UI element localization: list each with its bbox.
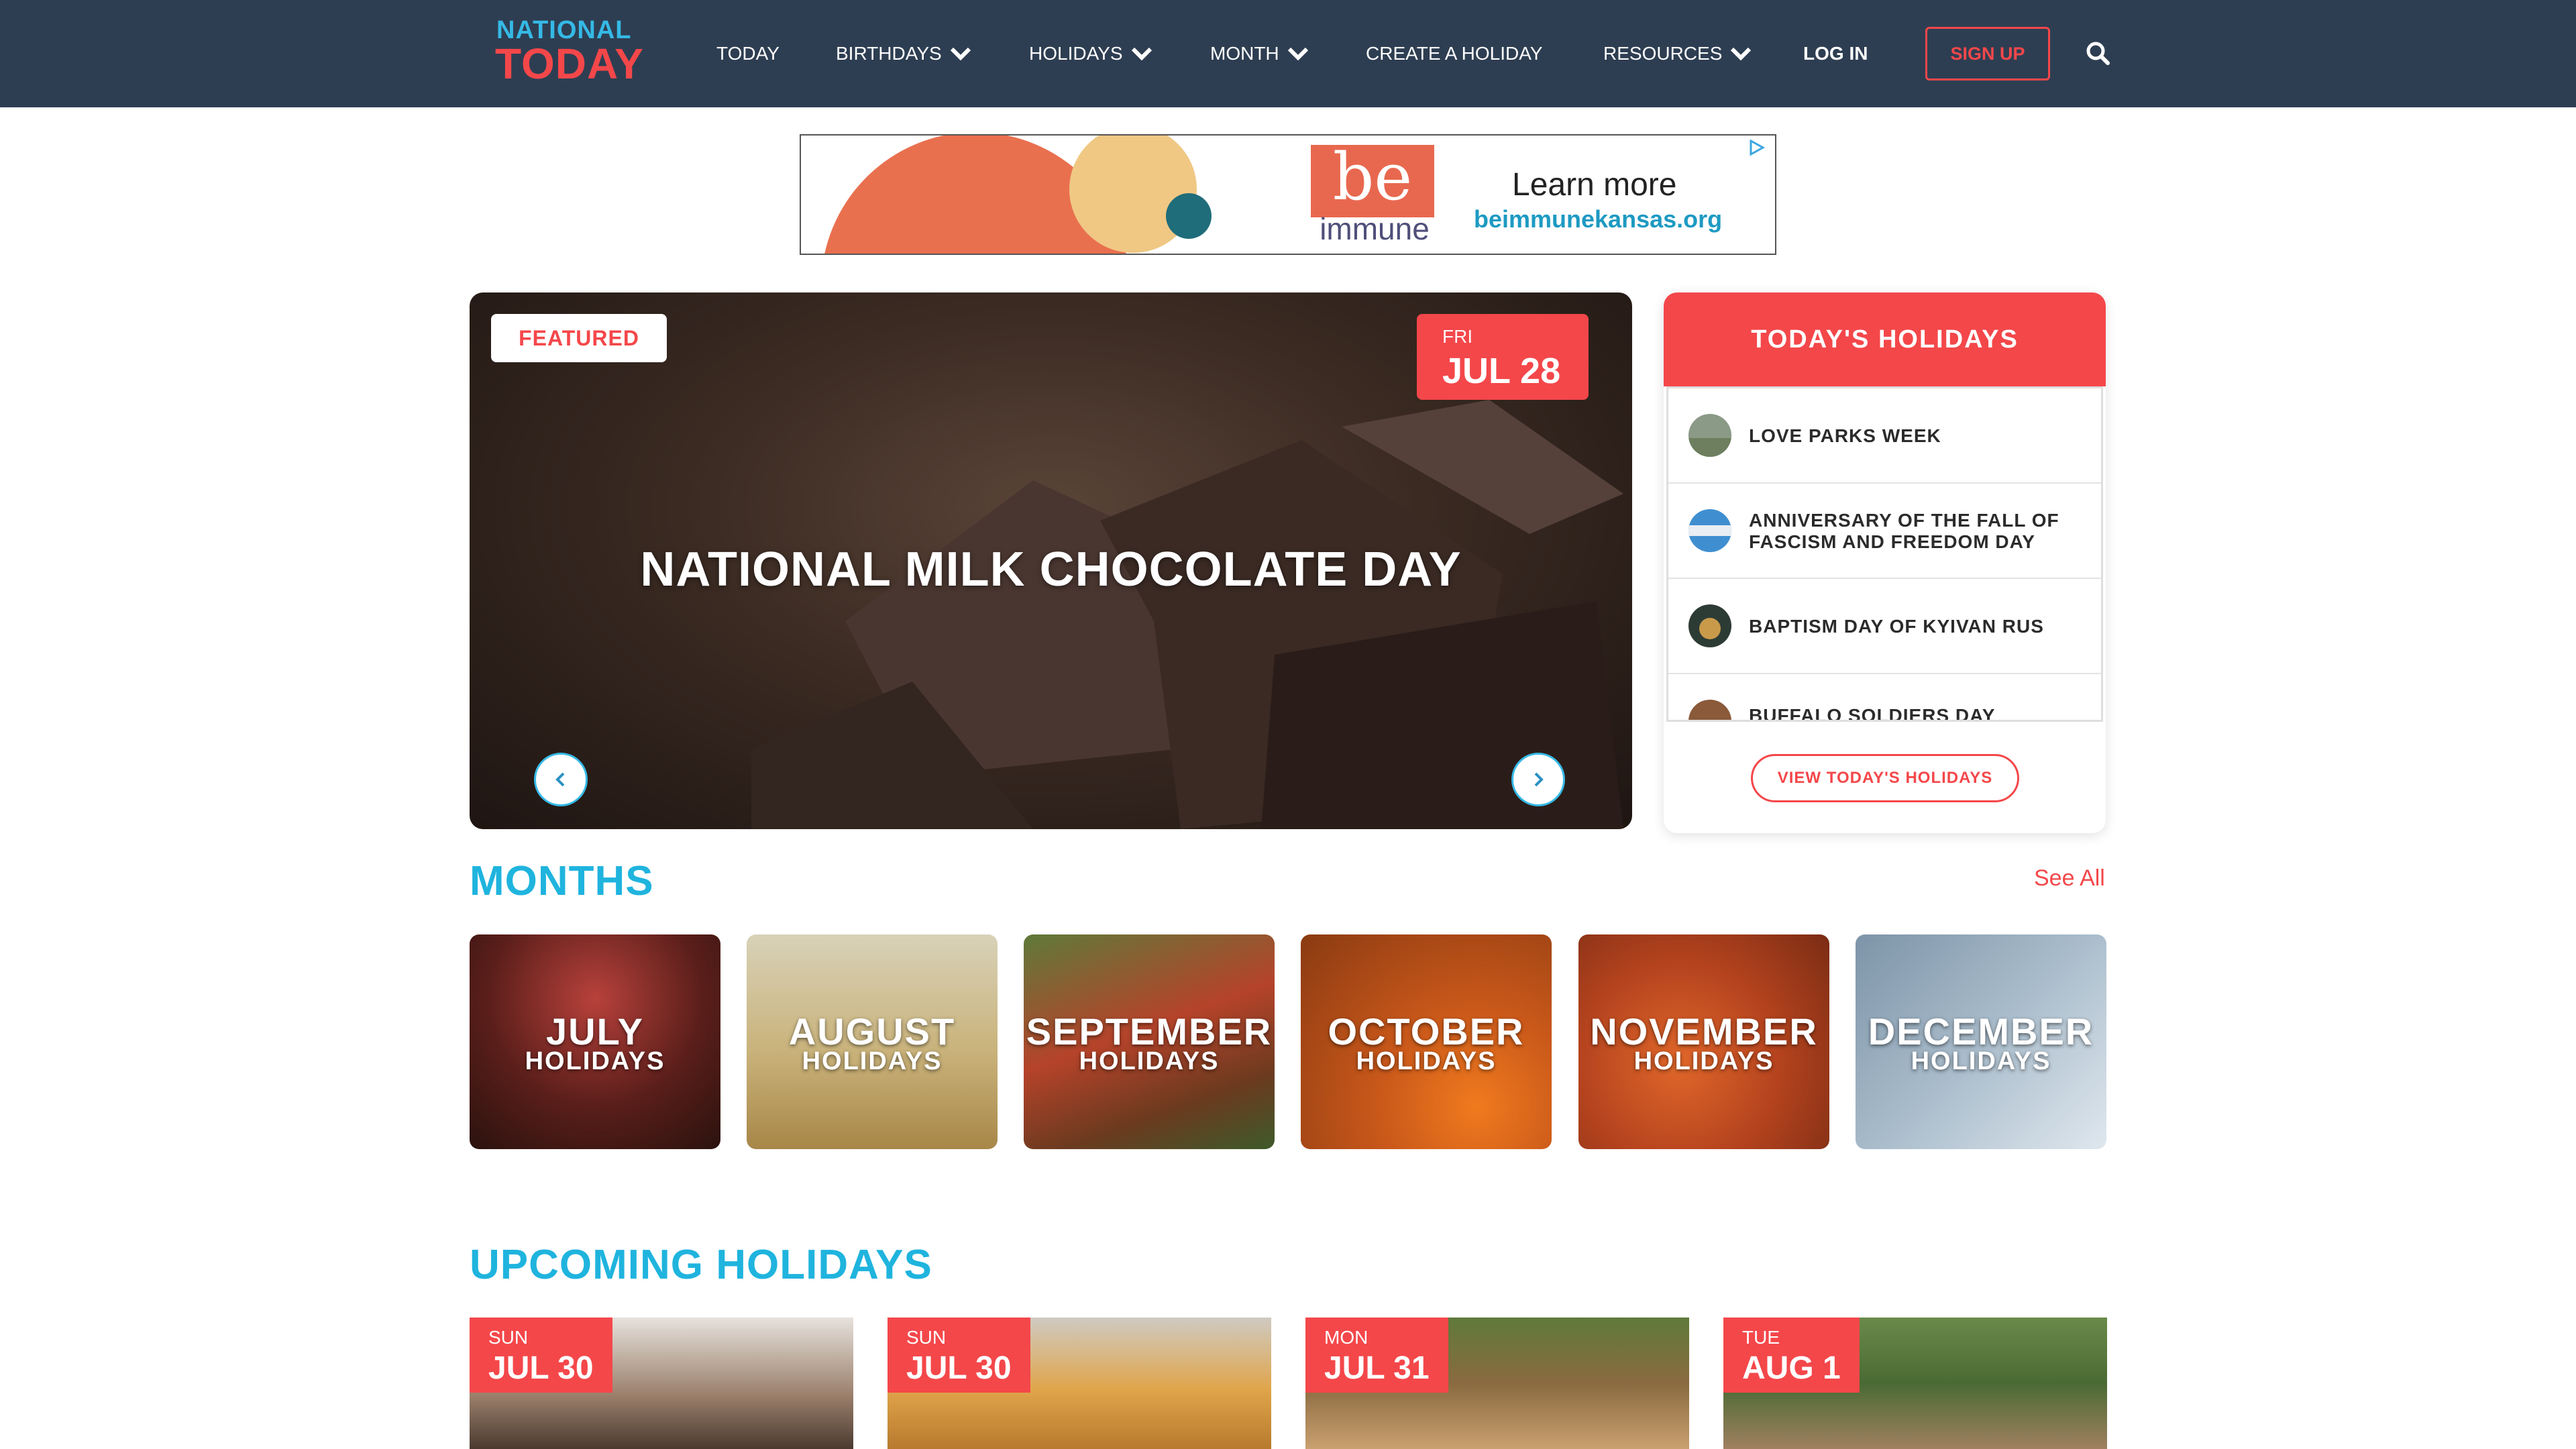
list-item[interactable]: BAPTISM DAY OF KYIVAN RUS [1668,579,2101,674]
logo-line-today: TODAY [495,40,644,88]
upcoming-card[interactable]: MON JUL 31 [1305,1318,1689,1449]
upcoming-date: JUL 30 [906,1350,1012,1386]
search-icon[interactable] [2084,39,2113,68]
site-header: NATIONAL TODAY TODAY BIRTHDAYS HOLIDAYS … [0,0,2576,107]
nav-month[interactable]: MONTH [1210,39,1309,68]
nav-resources-label: RESOURCES [1603,43,1723,64]
featured-image [751,400,1623,829]
ad-cta-text: Learn more [1512,167,1677,203]
holiday-label: BAPTISM DAY OF KYIVAN RUS [1749,616,2044,637]
upcoming-day-of-week: SUN [906,1327,947,1348]
month-subtitle: HOLIDAYS [525,1047,665,1075]
upcoming-date: JUL 30 [488,1350,594,1386]
ad-brand-subtitle: immune [1320,211,1430,246]
holiday-label: BUFFALO SOLDIERS DAY [1749,705,1996,722]
upcoming-date: AUG 1 [1742,1350,1841,1386]
featured-title[interactable]: NATIONAL MILK CHOCOLATE DAY [470,542,1632,597]
month-subtitle: HOLIDAYS [1079,1047,1220,1075]
holiday-label: LOVE PARKS WEEK [1749,425,1941,446]
list-item[interactable]: ANNIVERSARY OF THE FALL OF FASCISM AND F… [1668,484,2101,579]
ad-brand-logo: be [1311,145,1434,217]
chevron-down-icon [950,40,971,70]
upcoming-day-of-week: MON [1324,1327,1368,1348]
ad-graphic [824,136,1212,254]
month-subtitle: HOLIDAYS [1911,1047,2051,1075]
site-logo[interactable]: NATIONAL TODAY [495,16,643,91]
nav-create-holiday[interactable]: CREATE A HOLIDAY [1366,39,1542,68]
upcoming-date-badge: MON JUL 31 [1305,1318,1448,1393]
list-item[interactable]: BUFFALO SOLDIERS DAY [1668,674,2101,722]
upcoming-date: JUL 31 [1324,1350,1430,1386]
holiday-thumbnail [1688,700,1731,720]
nav-birthdays[interactable]: BIRTHDAYS [836,39,971,68]
carousel-next-button[interactable] [1511,753,1565,806]
featured-day-of-week: FRI [1442,326,1473,347]
signup-button[interactable]: SIGN UP [1925,27,2050,80]
holiday-thumbnail [1688,509,1731,552]
months-title: MONTHS [470,858,654,904]
todays-holidays-heading: TODAY'S HOLIDAYS [1664,292,2106,386]
month-card-november[interactable]: NOVEMBER HOLIDAYS [1578,934,1829,1149]
ad-url: beimmunekansas.org [1474,205,1723,233]
nav-holidays-label: HOLIDAYS [1029,43,1123,64]
view-todays-holidays-button[interactable]: VIEW TODAY'S HOLIDAYS [1751,754,2019,802]
upcoming-date-badge: SUN JUL 30 [470,1318,612,1393]
month-subtitle: HOLIDAYS [1356,1047,1497,1075]
month-card-december[interactable]: DECEMBER HOLIDAYS [1856,934,2106,1149]
chevron-right-icon [1534,772,1544,787]
holiday-thumbnail [1688,414,1731,457]
month-card-september[interactable]: SEPTEMBER HOLIDAYS [1024,934,1275,1149]
todays-holidays-panel: TODAY'S HOLIDAYS LOVE PARKS WEEK ANNIVER… [1664,292,2106,833]
upcoming-card[interactable]: SUN JUL 30 [888,1318,1271,1449]
nav-resources[interactable]: RESOURCES [1603,39,1752,68]
ad-choices-icon[interactable] [1747,138,1766,157]
nav-today[interactable]: TODAY [716,39,780,68]
featured-date-badge: FRI JUL 28 [1417,314,1589,400]
month-subtitle: HOLIDAYS [1633,1047,1774,1075]
carousel-prev-button[interactable] [534,753,588,806]
featured-badge: FEATURED [491,314,667,362]
todays-holidays-list[interactable]: LOVE PARKS WEEK ANNIVERSARY OF THE FALL … [1666,386,2103,722]
upcoming-day-of-week: SUN [488,1327,529,1348]
upcoming-day-of-week: TUE [1742,1327,1780,1348]
month-card-july[interactable]: JULY HOLIDAYS [470,934,720,1149]
featured-date: JUL 28 [1442,351,1561,391]
upcoming-holidays-title: UPCOMING HOLIDAYS [470,1242,932,1288]
chevron-down-icon [1131,40,1152,70]
month-subtitle: HOLIDAYS [802,1047,943,1075]
featured-carousel[interactable]: FEATURED FRI JUL 28 NATIONAL MILK CHOCOL… [470,292,1632,829]
nav-month-label: MONTH [1210,43,1279,64]
upcoming-card[interactable]: TUE AUG 1 [1723,1318,2107,1449]
login-link[interactable]: LOG IN [1803,39,1868,68]
see-all-link[interactable]: See All [2034,865,2105,892]
upcoming-card[interactable]: SUN JUL 30 [470,1318,853,1449]
month-card-october[interactable]: OCTOBER HOLIDAYS [1301,934,1552,1149]
ad-banner[interactable]: be immune Learn more beimmunekansas.org [800,134,1776,255]
upcoming-date-badge: TUE AUG 1 [1723,1318,1860,1393]
chevron-left-icon [555,772,565,787]
upcoming-date-badge: SUN JUL 30 [888,1318,1030,1393]
chevron-down-icon [1287,40,1309,70]
chevron-down-icon [1730,40,1752,70]
holiday-label: ANNIVERSARY OF THE FALL OF FASCISM AND F… [1749,510,2059,552]
nav-birthdays-label: BIRTHDAYS [836,43,942,64]
list-item[interactable]: LOVE PARKS WEEK [1668,388,2101,484]
holiday-thumbnail [1688,604,1731,647]
month-card-august[interactable]: AUGUST HOLIDAYS [747,934,998,1149]
nav-holidays[interactable]: HOLIDAYS [1029,39,1152,68]
